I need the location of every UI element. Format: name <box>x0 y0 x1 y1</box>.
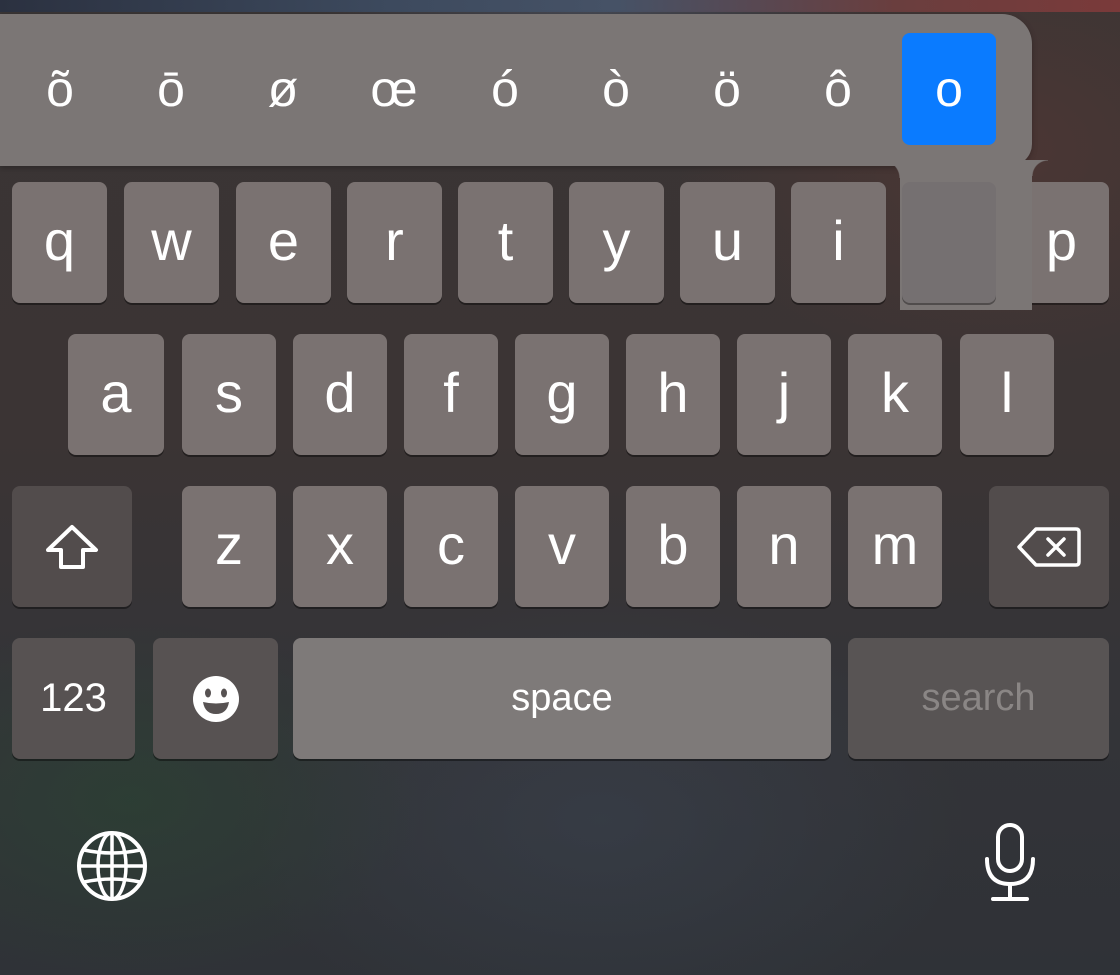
shift-icon <box>42 522 102 572</box>
backspace-icon <box>1016 525 1082 569</box>
key-v[interactable]: v <box>515 486 609 607</box>
key-label: m <box>871 513 919 576</box>
key-l[interactable]: l <box>960 334 1054 455</box>
emoji-key[interactable] <box>153 638 278 759</box>
key-f[interactable]: f <box>404 334 498 455</box>
accent-option[interactable]: ó <box>458 33 552 145</box>
key-label: c <box>437 513 465 576</box>
key-label: h <box>657 361 689 424</box>
key-label: t <box>497 209 514 272</box>
key-label: b <box>657 513 689 576</box>
key-label: n <box>768 513 800 576</box>
key-t[interactable]: t <box>458 182 553 303</box>
key-y[interactable]: y <box>569 182 664 303</box>
emoji-icon <box>191 674 241 724</box>
key-m[interactable]: m <box>848 486 942 607</box>
key-label: j <box>777 361 791 424</box>
key-g[interactable]: g <box>515 334 609 455</box>
key-x[interactable]: x <box>293 486 387 607</box>
key-u[interactable]: u <box>680 182 775 303</box>
key-label: f <box>443 361 459 424</box>
key-w[interactable]: w <box>124 182 219 303</box>
globe-button[interactable] <box>72 826 152 906</box>
space-key-label: space <box>511 677 613 719</box>
accent-option[interactable]: ô <box>791 33 885 145</box>
search-key[interactable]: search <box>848 638 1109 759</box>
key-label: d <box>324 361 356 424</box>
microphone-icon <box>980 822 1040 904</box>
key-label: q <box>43 209 76 272</box>
key-label: g <box>546 361 578 424</box>
accent-option[interactable]: ö <box>680 33 774 145</box>
key-h[interactable]: h <box>626 334 720 455</box>
numbers-key-label: 123 <box>40 676 107 720</box>
key-n[interactable]: n <box>737 486 831 607</box>
key-s[interactable]: s <box>182 334 276 455</box>
key-q[interactable]: q <box>12 182 107 303</box>
key-k[interactable]: k <box>848 334 942 455</box>
key-c[interactable]: c <box>404 486 498 607</box>
accent-option[interactable]: ø <box>236 33 330 145</box>
accent-option[interactable]: ò <box>569 33 663 145</box>
key-label: x <box>326 513 354 576</box>
key-e[interactable]: e <box>236 182 331 303</box>
key-label: e <box>267 209 300 272</box>
pressed-key-o <box>902 182 996 303</box>
key-label: l <box>1000 361 1014 424</box>
space-key[interactable]: space <box>293 638 831 759</box>
key-a[interactable]: a <box>68 334 164 455</box>
key-label: y <box>602 209 631 272</box>
key-label: s <box>215 361 243 424</box>
key-label: w <box>151 209 192 272</box>
key-label: k <box>881 361 909 424</box>
shift-key[interactable] <box>12 486 132 607</box>
key-label: u <box>711 209 744 272</box>
numbers-key[interactable]: 123 <box>12 638 135 759</box>
accent-option[interactable]: œ <box>347 33 441 145</box>
delete-key[interactable] <box>989 486 1109 607</box>
accent-option-selected[interactable]: o <box>902 33 996 145</box>
key-b[interactable]: b <box>626 486 720 607</box>
accent-option[interactable]: õ <box>13 33 107 145</box>
dictation-button[interactable] <box>975 820 1045 906</box>
key-d[interactable]: d <box>293 334 387 455</box>
key-label: i <box>832 209 845 272</box>
key-label: a <box>100 361 132 424</box>
globe-icon <box>75 829 149 903</box>
accent-option[interactable]: ō <box>124 33 218 145</box>
key-label: r <box>385 209 404 272</box>
app-background-strip <box>0 0 1120 12</box>
key-label: z <box>215 513 243 576</box>
search-key-label: search <box>921 677 1036 719</box>
key-r[interactable]: r <box>347 182 442 303</box>
key-label: v <box>548 513 576 576</box>
key-z[interactable]: z <box>182 486 276 607</box>
key-label: p <box>1045 209 1078 272</box>
key-i[interactable]: i <box>791 182 886 303</box>
key-j[interactable]: j <box>737 334 831 455</box>
